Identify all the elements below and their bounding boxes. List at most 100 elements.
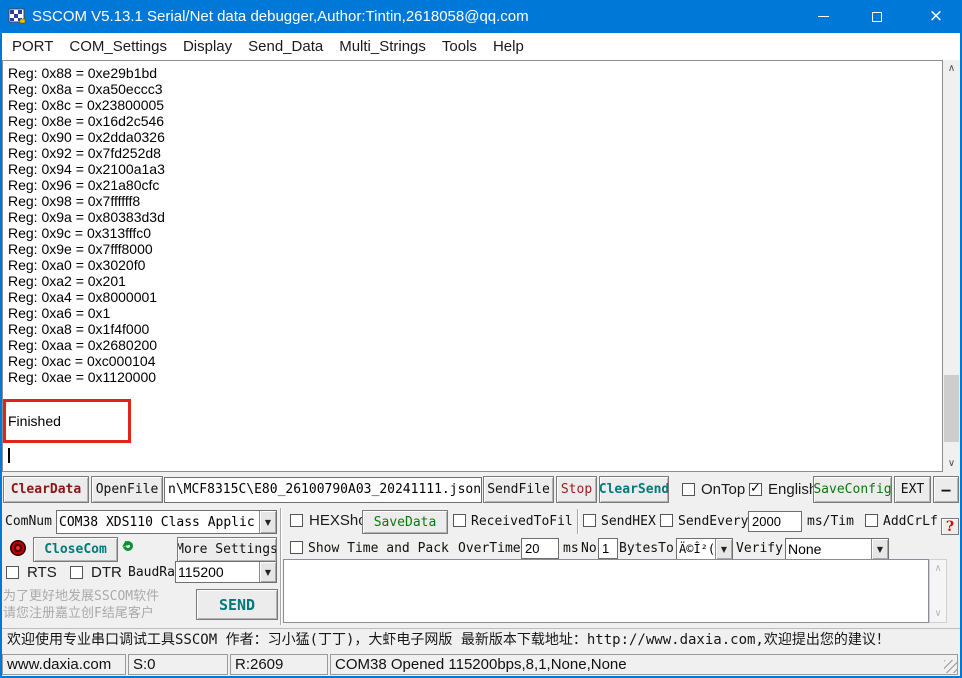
chevron-down-icon[interactable]: ▼ bbox=[715, 539, 732, 559]
scrollbar-thumb[interactable] bbox=[944, 375, 959, 442]
on-top-checkbox[interactable] bbox=[682, 483, 695, 496]
receive-line: Reg: 0xa6 = 0x1 bbox=[8, 305, 165, 321]
overtime-label: OverTime bbox=[458, 541, 521, 556]
overtime-input[interactable]: 20 bbox=[521, 538, 559, 559]
receive-line: Reg: 0xac = 0xc000104 bbox=[8, 353, 165, 369]
byte-index-input[interactable]: 1 bbox=[598, 538, 618, 559]
english-label: English bbox=[768, 481, 817, 498]
receive-log: Reg: 0x88 = 0xe29b1bdReg: 0x8a = 0xa50ec… bbox=[8, 65, 165, 385]
send-scrollbar[interactable]: ∧ ∨ bbox=[929, 559, 947, 623]
baud-rate-value: 115200 bbox=[176, 563, 259, 581]
chevron-down-icon[interactable]: ▼ bbox=[871, 539, 888, 559]
verify-label: Verify bbox=[736, 541, 783, 556]
more-settings-button[interactable]: More Settings bbox=[177, 537, 277, 562]
app-icon bbox=[8, 7, 26, 25]
promo-line1: 为了更好地发展SSCOM软件 bbox=[3, 588, 184, 605]
menu-item[interactable]: COM_Settings bbox=[61, 33, 175, 60]
receive-scrollbar[interactable]: ∧ ∨ bbox=[943, 60, 960, 472]
baud-rate-select[interactable]: 115200 ▼ bbox=[175, 561, 277, 583]
status-port-info: COM38 Opened 115200bps,8,1,None,None bbox=[330, 654, 958, 675]
text-cursor bbox=[8, 448, 10, 463]
file-path-input[interactable]: n\MCF8315C\E80_26100790A03_20241111.json bbox=[164, 477, 482, 503]
send-hex-checkbox[interactable] bbox=[583, 514, 596, 527]
bytes-to-value: Ä©Î²( bbox=[677, 541, 715, 557]
chevron-down-icon[interactable]: ▼ bbox=[259, 511, 276, 533]
help-question-icon[interactable]: ? bbox=[941, 518, 959, 535]
received-to-file-label: ReceivedToFil bbox=[471, 514, 573, 529]
send-button[interactable]: SEND bbox=[196, 589, 278, 620]
show-time-pack-label: Show Time and Pack bbox=[308, 541, 449, 556]
menu-item[interactable]: Send_Data bbox=[240, 33, 331, 60]
com-status-led-icon bbox=[10, 540, 26, 556]
scroll-down-icon[interactable]: ∨ bbox=[943, 455, 960, 472]
send-every-label: SendEvery bbox=[678, 514, 748, 529]
receive-line: Reg: 0x90 = 0x2dda0326 bbox=[8, 129, 165, 145]
ticker-text: 欢迎使用专业串口调试工具SSCOM 作者：习小猛(丁丁)，大虾电子网版 最新版本… bbox=[7, 632, 890, 648]
status-received-count: R:2609 bbox=[230, 654, 328, 675]
port-select-value: COM38 XDS110 Class Applic bbox=[57, 514, 259, 531]
ticker-bar: 欢迎使用专业串口调试工具SSCOM 作者：习小猛(丁丁)，大虾电子网版 最新版本… bbox=[2, 628, 960, 652]
refresh-ports-icon[interactable] bbox=[121, 539, 135, 553]
clear-data-button[interactable]: ClearData bbox=[3, 476, 89, 503]
stop-button[interactable]: Stop bbox=[556, 476, 597, 503]
clear-send-button[interactable]: ClearSend bbox=[599, 476, 669, 503]
ext-button[interactable]: EXT bbox=[894, 476, 931, 503]
receive-line: Reg: 0x8c = 0x23800005 bbox=[8, 97, 165, 113]
receive-line: Reg: 0xae = 0x1120000 bbox=[8, 369, 165, 385]
close-button[interactable]: × bbox=[910, 0, 962, 33]
scroll-up-icon[interactable]: ∧ bbox=[930, 560, 946, 577]
sscom-window: SSCOM V5.13.1 Serial/Net data debugger,A… bbox=[0, 0, 962, 678]
hex-show-checkbox[interactable] bbox=[290, 514, 303, 527]
receive-line: Reg: 0xa2 = 0x201 bbox=[8, 273, 165, 289]
receive-line: Reg: 0x96 = 0x21a80cfc bbox=[8, 177, 165, 193]
status-sent-count: S:0 bbox=[128, 654, 228, 675]
menu-item[interactable]: Display bbox=[175, 33, 240, 60]
receive-line: Reg: 0x9c = 0x313fffc0 bbox=[8, 225, 165, 241]
send-file-button[interactable]: SendFile bbox=[483, 476, 554, 503]
rts-checkbox[interactable] bbox=[6, 566, 19, 579]
close-icon: × bbox=[929, 8, 943, 25]
send-text-area[interactable] bbox=[283, 559, 929, 623]
menu-item[interactable]: Tools bbox=[434, 33, 485, 60]
save-data-button[interactable]: SaveData bbox=[362, 510, 448, 534]
bytes-to-select[interactable]: Ä©Î²( ▼ bbox=[676, 538, 733, 560]
status-bar: www.daxia.com S:0 R:2609 COM38 Opened 11… bbox=[2, 653, 960, 676]
menu-bar: PORTCOM_SettingsDisplaySend_DataMulti_St… bbox=[2, 33, 960, 60]
window-border-left bbox=[0, 0, 2, 678]
save-config-button[interactable]: SaveConfig bbox=[813, 476, 892, 503]
receive-line: Reg: 0x88 = 0xe29b1bd bbox=[8, 65, 165, 81]
dtr-label: DTR bbox=[91, 564, 122, 581]
receive-line: Reg: 0x94 = 0x2100a1a3 bbox=[8, 161, 165, 177]
menu-item[interactable]: PORT bbox=[4, 33, 61, 60]
scroll-up-icon[interactable]: ∧ bbox=[943, 60, 960, 77]
com-num-label: ComNum bbox=[5, 514, 52, 529]
send-every-checkbox[interactable] bbox=[660, 514, 673, 527]
open-file-button[interactable]: OpenFile bbox=[91, 476, 163, 503]
menu-item[interactable]: Multi_Strings bbox=[331, 33, 434, 60]
options-divider bbox=[577, 509, 579, 534]
send-interval-input[interactable]: 2000 bbox=[748, 511, 802, 532]
maximize-button[interactable] bbox=[854, 0, 900, 33]
minimize-button[interactable] bbox=[800, 0, 846, 33]
scroll-down-icon[interactable]: ∨ bbox=[930, 605, 946, 622]
collapse-panel-button[interactable]: — bbox=[933, 476, 959, 503]
show-time-pack-checkbox[interactable] bbox=[290, 541, 303, 554]
promo-text: 为了更好地发展SSCOM软件 请您注册嘉立创F结尾客户 bbox=[3, 588, 184, 622]
chevron-down-icon[interactable]: ▼ bbox=[259, 562, 276, 582]
received-to-file-checkbox[interactable] bbox=[453, 514, 466, 527]
resize-grip[interactable] bbox=[944, 660, 957, 673]
verify-value: None bbox=[786, 540, 871, 558]
receive-line: Reg: 0x9e = 0x7fff8000 bbox=[8, 241, 165, 257]
verify-select[interactable]: None ▼ bbox=[785, 538, 889, 560]
menu-item[interactable]: Help bbox=[485, 33, 532, 60]
english-checkbox[interactable] bbox=[749, 483, 762, 496]
overtime-unit-label: ms bbox=[563, 541, 579, 556]
dtr-checkbox[interactable] bbox=[70, 566, 83, 579]
receive-line: Reg: 0x98 = 0x7ffffff8 bbox=[8, 193, 165, 209]
rts-label: RTS bbox=[27, 564, 57, 581]
add-crlf-checkbox[interactable] bbox=[865, 514, 878, 527]
interval-unit-label: ms/Tim bbox=[807, 514, 854, 529]
close-com-button[interactable]: CloseCom bbox=[33, 537, 118, 562]
port-select[interactable]: COM38 XDS110 Class Applic ▼ bbox=[56, 510, 277, 534]
receive-area[interactable]: Reg: 0x88 = 0xe29b1bdReg: 0x8a = 0xa50ec… bbox=[2, 60, 943, 472]
